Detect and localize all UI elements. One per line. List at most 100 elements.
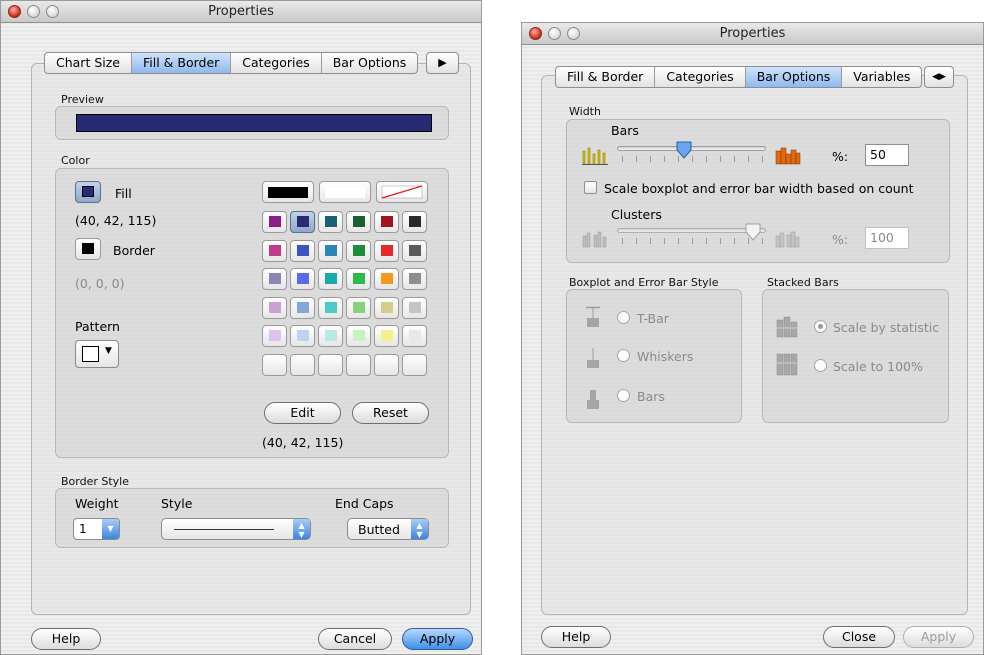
bars-percent-field[interactable]: 50 xyxy=(865,144,909,166)
palette-swatch[interactable] xyxy=(318,296,343,319)
palette-swatch[interactable] xyxy=(290,296,315,319)
palette-swatch[interactable] xyxy=(290,211,315,233)
swatch-black-chip xyxy=(268,187,308,198)
tab-scroll-right-button[interactable]: ▶ xyxy=(426,52,459,74)
palette-swatch-chip xyxy=(325,216,337,227)
palette-swatch[interactable] xyxy=(374,296,399,319)
t-bar-icon xyxy=(586,306,600,327)
minimize-window-icon[interactable] xyxy=(27,5,40,18)
edit-color-button[interactable]: Edit xyxy=(264,402,341,424)
scale-by-statistic-radio xyxy=(814,320,827,333)
apply-button[interactable]: Apply xyxy=(402,628,473,650)
scale-by-statistic-icon xyxy=(776,316,798,338)
swatch-black[interactable] xyxy=(262,181,314,203)
bars-label: Bars xyxy=(611,123,639,138)
close-button[interactable]: Close xyxy=(823,626,895,648)
cancel-button[interactable]: Cancel xyxy=(318,628,392,650)
palette-swatch[interactable] xyxy=(402,239,427,262)
end-caps-select[interactable]: Butted ▲ ▼ xyxy=(347,518,429,540)
palette-swatch[interactable] xyxy=(374,268,399,290)
border-color-button[interactable] xyxy=(75,238,101,260)
palette-swatch[interactable] xyxy=(290,239,315,262)
palette-swatch[interactable] xyxy=(346,268,371,290)
tab-bar-options[interactable]: Bar Options xyxy=(322,53,418,73)
palette-swatch[interactable] xyxy=(374,239,399,262)
palette-swatch[interactable] xyxy=(346,325,371,347)
palette-swatch[interactable] xyxy=(402,296,427,319)
no-color-icon xyxy=(381,185,423,199)
zoom-window-icon[interactable] xyxy=(46,5,59,18)
slider-tick xyxy=(622,156,623,162)
palette-swatch[interactable] xyxy=(402,211,427,233)
close-window-icon[interactable] xyxy=(8,5,21,18)
preview-swatch xyxy=(76,114,432,132)
palette-swatch[interactable] xyxy=(402,353,427,376)
tab-variables[interactable]: Variables xyxy=(842,67,921,87)
palette-swatch[interactable] xyxy=(262,239,287,262)
palette-swatch[interactable] xyxy=(402,325,427,347)
palette-swatch-chip xyxy=(409,330,421,341)
palette-swatch[interactable] xyxy=(290,325,315,347)
palette-swatch[interactable] xyxy=(318,353,343,376)
palette-swatch[interactable] xyxy=(346,211,371,233)
right-tab-bar: Fill & Border Categories Bar Options Var… xyxy=(555,66,923,88)
help-button[interactable]: Help xyxy=(541,626,611,648)
width-label: Width xyxy=(569,105,601,118)
reset-color-button[interactable]: Reset xyxy=(352,402,429,424)
bars-slider-thumb[interactable] xyxy=(676,141,692,159)
narrow-bars-icon xyxy=(582,147,608,165)
palette-swatch[interactable] xyxy=(262,211,287,233)
palette-swatch[interactable] xyxy=(374,325,399,347)
palette-swatch[interactable] xyxy=(262,268,287,290)
palette-swatch[interactable] xyxy=(346,296,371,319)
palette-swatch[interactable] xyxy=(290,353,315,376)
tab-scroll-arrows-button[interactable]: ◀▶ xyxy=(924,66,954,88)
pattern-dropdown[interactable]: ▼ xyxy=(75,340,119,368)
palette-swatch[interactable] xyxy=(262,325,287,347)
tab-fill-border[interactable]: Fill & Border xyxy=(556,67,656,87)
palette-swatch[interactable] xyxy=(262,353,287,376)
whiskers-label: Whiskers xyxy=(637,349,694,364)
minimize-window-icon[interactable] xyxy=(548,27,561,40)
palette-swatch[interactable] xyxy=(374,353,399,376)
zoom-window-icon[interactable] xyxy=(567,27,580,40)
palette-swatch[interactable] xyxy=(346,353,371,376)
slider-tick xyxy=(664,156,665,162)
palette-swatch[interactable] xyxy=(374,211,399,233)
tab-categories[interactable]: Categories xyxy=(655,67,746,87)
tab-bar-options[interactable]: Bar Options xyxy=(745,67,843,87)
swatch-none[interactable] xyxy=(376,181,428,203)
palette-swatch[interactable] xyxy=(346,239,371,262)
palette-swatch[interactable] xyxy=(318,268,343,290)
palette-swatch[interactable] xyxy=(318,239,343,262)
slider-tick xyxy=(650,156,651,162)
end-caps-label: End Caps xyxy=(335,496,394,511)
bars-style-radio xyxy=(617,389,630,402)
clusters-label: Clusters xyxy=(611,207,662,222)
weight-select[interactable]: 1 ▼ xyxy=(73,518,120,540)
chevron-updown-icon: ▲ ▼ xyxy=(411,519,428,539)
fill-color-button[interactable] xyxy=(75,181,101,203)
slider-tick xyxy=(734,238,735,244)
tab-categories[interactable]: Categories xyxy=(231,53,322,73)
whiskers-radio xyxy=(617,349,630,362)
palette-swatch[interactable] xyxy=(262,296,287,319)
help-button[interactable]: Help xyxy=(31,628,101,650)
swatch-white[interactable] xyxy=(319,181,371,203)
tab-chart-size[interactable]: Chart Size xyxy=(45,53,132,73)
tab-fill-border[interactable]: Fill & Border xyxy=(131,53,232,73)
palette-swatch[interactable] xyxy=(402,268,427,290)
line-style-select[interactable]: ▲ ▼ xyxy=(161,518,311,540)
palette-swatch[interactable] xyxy=(290,268,315,290)
scale-by-count-checkbox[interactable] xyxy=(584,181,597,194)
palette-swatch[interactable] xyxy=(318,325,343,347)
scale-by-statistic-label: Scale by statistic xyxy=(833,320,940,335)
palette-swatch-chip xyxy=(353,301,365,313)
right-properties-window: Properties Fill & Border Categories Bar … xyxy=(521,22,984,655)
close-window-icon[interactable] xyxy=(529,27,542,40)
slider-tick xyxy=(762,156,763,162)
palette-swatch[interactable] xyxy=(318,211,343,233)
palette-swatch-chip xyxy=(269,301,281,313)
slider-tick xyxy=(706,238,707,244)
slider-tick xyxy=(622,238,623,244)
